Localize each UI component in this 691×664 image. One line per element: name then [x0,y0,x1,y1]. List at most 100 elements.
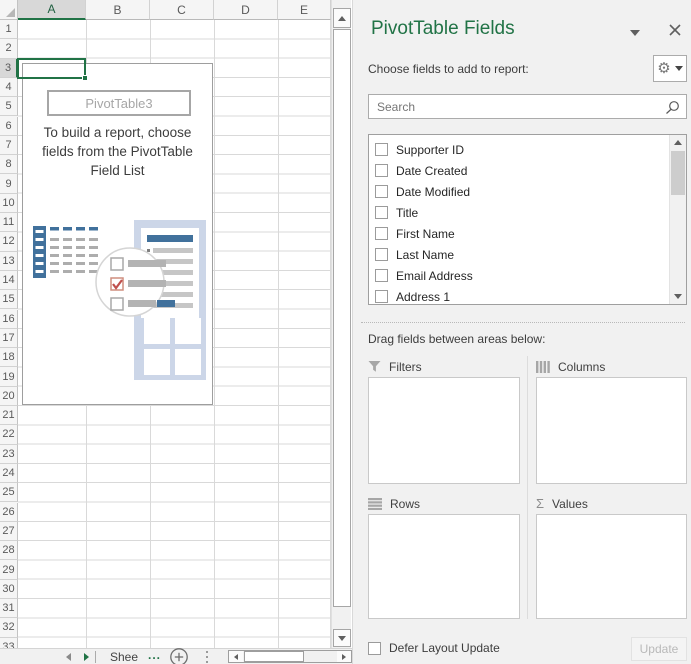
field-item[interactable]: Last Name [369,244,686,265]
row-header-32[interactable]: 32 [0,618,18,637]
filters-drop-zone[interactable] [368,377,520,484]
row-header-18[interactable]: 18 [0,348,18,367]
list-scroll-down-button[interactable] [670,289,686,304]
pane-close-button[interactable] [667,22,683,38]
column-header-A[interactable]: A [18,0,86,20]
field-item[interactable]: First Name [369,223,686,244]
field-item[interactable]: Date Created [369,160,686,181]
search-icon[interactable] [665,100,680,115]
select-all-corner[interactable] [0,0,18,20]
new-sheet-button[interactable] [169,647,189,664]
row-header-4[interactable]: 4 [0,78,18,97]
row-header-29[interactable]: 29 [0,560,18,579]
row-header-22[interactable]: 22 [0,425,18,444]
row-header-3[interactable]: 3 [0,59,18,78]
chevron-left-icon [66,653,71,661]
row-header-14[interactable]: 14 [0,271,18,290]
row-header-15[interactable]: 15 [0,290,18,309]
field-checkbox[interactable] [375,164,388,177]
row-header-10[interactable]: 10 [0,194,18,213]
row-header-9[interactable]: 9 [0,174,18,193]
arrow-down-icon [338,636,346,641]
field-checkbox[interactable] [375,143,388,156]
list-scroll-thumb[interactable] [671,151,685,195]
values-drop-zone[interactable] [536,514,687,619]
row-header-17[interactable]: 17 [0,329,18,348]
tab-separator [95,651,96,663]
row-header-1[interactable]: 1 [0,20,18,39]
field-label: Title [396,206,418,220]
field-checkbox[interactable] [375,269,388,282]
field-checkbox[interactable] [375,206,388,219]
filter-icon [368,360,381,373]
sheet-vertical-scrollbar[interactable] [331,0,351,648]
row-header-23[interactable]: 23 [0,445,18,464]
sheet-tab-overflow: ... [148,648,161,662]
field-item[interactable]: Email Address [369,265,686,286]
row-header-28[interactable]: 28 [0,541,18,560]
sheet-tab[interactable]: Shee [110,650,138,664]
row-header-24[interactable]: 24 [0,464,18,483]
row-header-19[interactable]: 19 [0,367,18,386]
field-checkbox[interactable] [375,185,388,198]
field-item[interactable]: Supporter ID [369,139,686,160]
row-header-27[interactable]: 27 [0,522,18,541]
row-header-12[interactable]: 12 [0,232,18,251]
column-header-E[interactable]: E [278,0,331,20]
row-header-6[interactable]: 6 [0,117,18,136]
row-header-21[interactable]: 21 [0,406,18,425]
field-checkbox[interactable] [375,248,388,261]
row-header-20[interactable]: 20 [0,387,18,406]
field-checkbox[interactable] [375,290,388,303]
row-header-13[interactable]: 13 [0,252,18,271]
row-header-30[interactable]: 30 [0,580,18,599]
filters-area-label: Filters [368,358,422,375]
active-cell-selection[interactable] [17,58,86,79]
column-header-B[interactable]: B [86,0,150,20]
values-area-label: Σ Values [536,495,588,512]
row-header-16[interactable]: 16 [0,310,18,329]
field-item[interactable]: Date Modified [369,181,686,202]
row-header-25[interactable]: 25 [0,483,18,502]
field-label: Supporter ID [396,143,464,157]
column-header-C[interactable]: C [150,0,214,20]
field-checkbox[interactable] [375,227,388,240]
vertical-scroll-thumb[interactable] [333,29,351,607]
defer-layout-checkbox[interactable] [368,642,381,655]
pivottable-help-text: To build a report, choose fields from th… [23,123,212,180]
horizontal-scroll-thumb[interactable] [244,651,304,662]
scroll-down-button[interactable] [333,629,351,647]
row-header-26[interactable]: 26 [0,503,18,522]
row-header-8[interactable]: 8 [0,155,18,174]
columns-drop-zone[interactable] [536,377,687,484]
close-icon [667,22,683,38]
scroll-right-button[interactable] [337,651,351,662]
row-header-31[interactable]: 31 [0,599,18,618]
row-header-7[interactable]: 7 [0,136,18,155]
row-header-5[interactable]: 5 [0,97,18,116]
pivottable-placeholder[interactable]: PivotTable3 To build a report, choose fi… [22,63,213,405]
fill-handle[interactable] [82,75,88,81]
gear-icon: ⚙ [657,61,670,76]
field-item[interactable]: Title [369,202,686,223]
columns-area-label: Columns [536,358,605,375]
prev-sheet-button[interactable] [66,653,71,661]
search-input[interactable] [369,95,686,118]
field-list-scrollbar[interactable] [669,135,686,304]
row-header-11[interactable]: 11 [0,213,18,232]
splitter-dots[interactable] [206,651,208,663]
column-header-D[interactable]: D [214,0,278,20]
row-header-2[interactable]: 2 [0,39,18,58]
row-header-33[interactable]: 33 [0,638,18,648]
scroll-left-button[interactable] [229,651,243,662]
rows-drop-zone[interactable] [368,514,520,619]
list-scroll-up-button[interactable] [670,135,686,150]
gridline [278,20,279,648]
pane-options-button[interactable] [629,30,641,38]
next-sheet-button[interactable] [84,653,89,661]
field-item[interactable]: Address 1 [369,286,686,305]
scroll-up-button[interactable] [333,8,351,28]
horizontal-scrollbar[interactable] [228,650,352,663]
tools-button[interactable]: ⚙ [653,55,687,82]
update-button[interactable]: Update [631,637,687,661]
